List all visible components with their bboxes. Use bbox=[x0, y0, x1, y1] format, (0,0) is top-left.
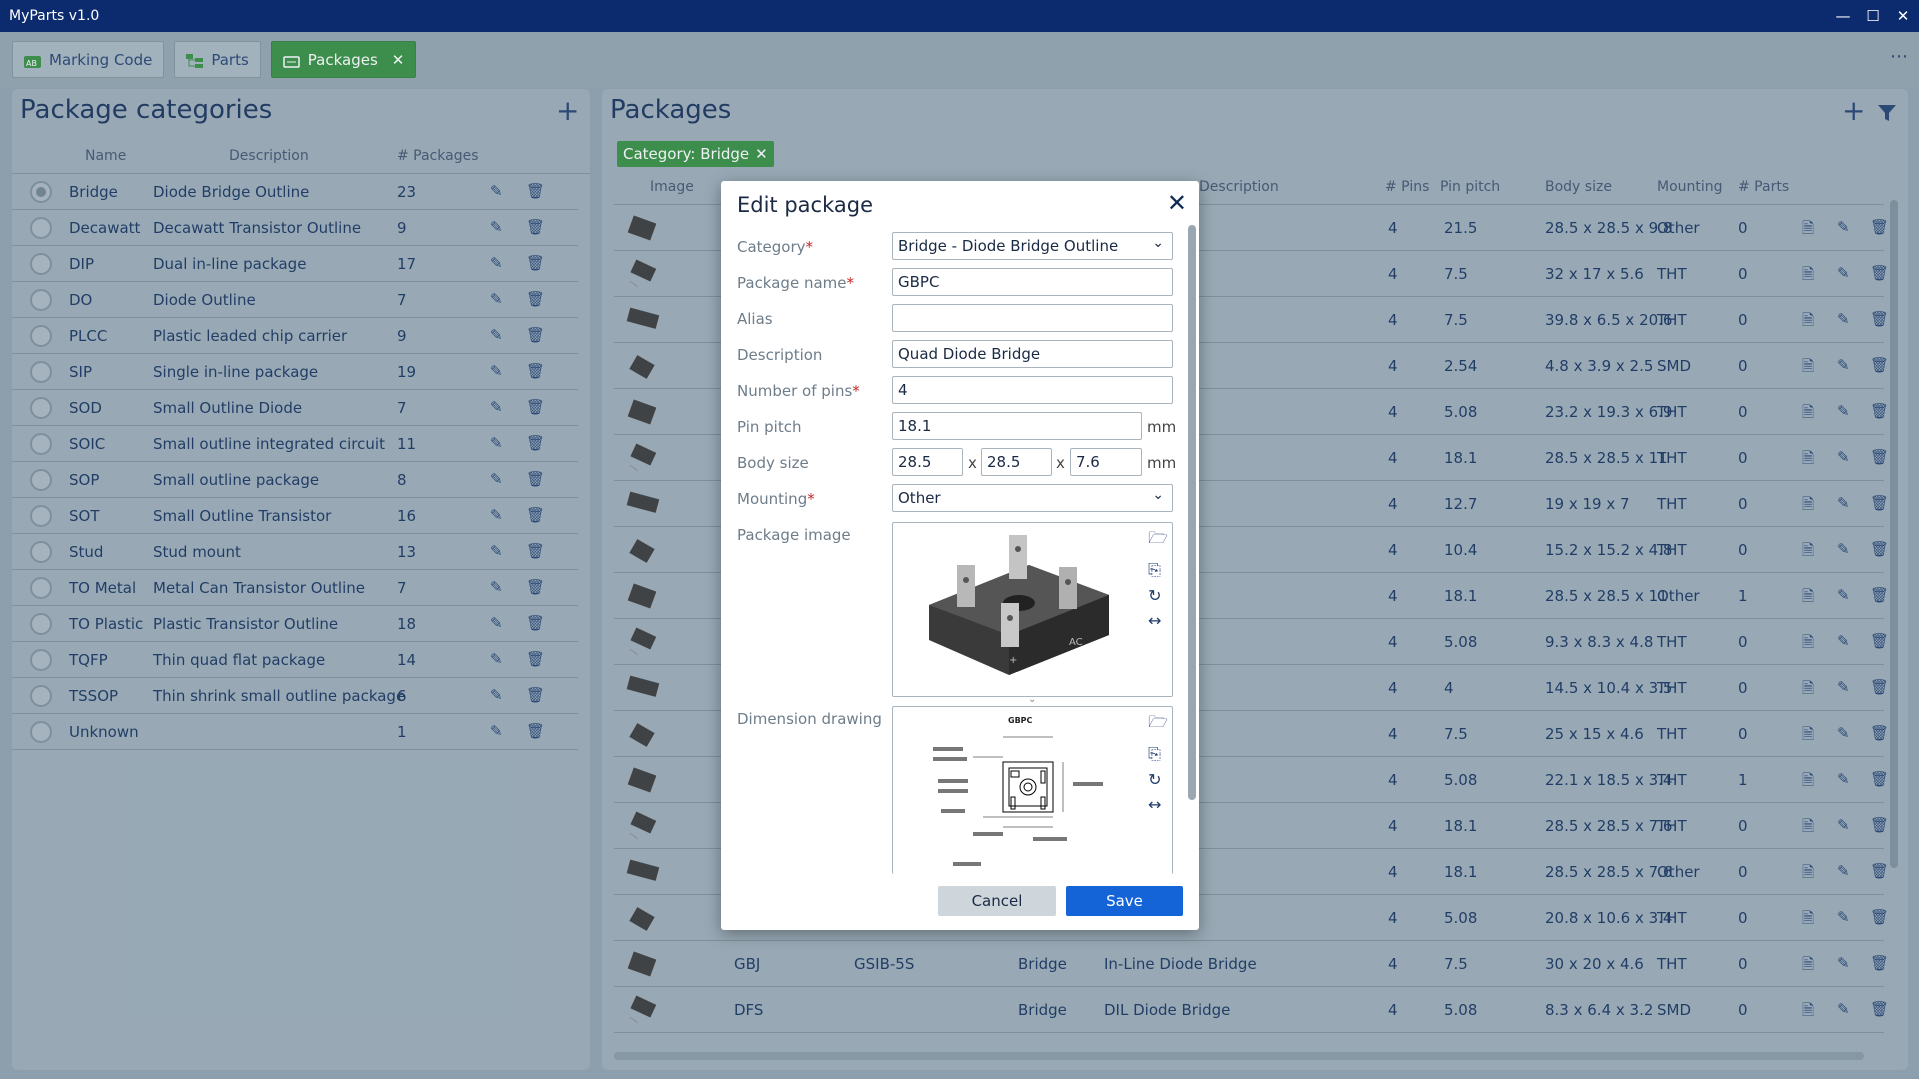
window-close-button[interactable]: ✕ bbox=[1889, 0, 1917, 32]
dimension-drawing-box[interactable]: GBPC 🗁 ⎘ ↻ ↔ bbox=[892, 706, 1173, 874]
rotate-icon[interactable]: ↻ bbox=[1148, 770, 1168, 789]
app-title: MyParts v1.0 bbox=[9, 8, 100, 24]
paste-icon[interactable]: ⎘ bbox=[1148, 744, 1168, 764]
svg-text:AC: AC bbox=[1069, 637, 1083, 648]
dialog-close-icon[interactable]: ✕ bbox=[1167, 189, 1187, 217]
pins-label: Number of pins* bbox=[737, 382, 860, 400]
description-input[interactable]: Quad Diode Bridge bbox=[892, 340, 1173, 368]
body-z-input[interactable]: 7.6 bbox=[1070, 448, 1142, 476]
alias-input[interactable] bbox=[892, 304, 1173, 332]
resize-handle-icon[interactable]: ⌄ bbox=[1028, 694, 1036, 705]
svg-text:+: + bbox=[1009, 655, 1017, 666]
times-sign: x bbox=[968, 454, 977, 472]
pin-pitch-label: Pin pitch bbox=[737, 418, 802, 436]
description-label: Description bbox=[737, 346, 823, 364]
body-size-label: Body size bbox=[737, 454, 809, 472]
maximize-button[interactable]: ☐ bbox=[1859, 0, 1887, 32]
open-folder-icon[interactable]: 🗁 bbox=[1148, 711, 1168, 738]
edit-package-dialog: Edit package ✕ Category* Bridge - Diode … bbox=[721, 181, 1199, 930]
rotate-icon[interactable]: ↻ bbox=[1148, 586, 1168, 605]
package-name-label: Package name* bbox=[737, 274, 854, 292]
paste-icon[interactable]: ⎘ bbox=[1148, 560, 1168, 580]
mounting-select[interactable]: Other ⌄ bbox=[892, 484, 1173, 512]
drawing-title: GBPC bbox=[1008, 716, 1033, 725]
mounting-label: Mounting* bbox=[737, 490, 815, 508]
package-image-box[interactable]: AC + 🗁 ⎘ ↻ ↔ bbox=[892, 522, 1173, 697]
body-y-input[interactable]: 28.5 bbox=[981, 448, 1052, 476]
dimension-drawing-label: Dimension drawing bbox=[737, 710, 882, 728]
cancel-button[interactable]: Cancel bbox=[938, 886, 1056, 916]
open-folder-icon[interactable]: 🗁 bbox=[1148, 527, 1168, 554]
body-size-unit: mm bbox=[1147, 454, 1177, 472]
pin-pitch-unit: mm bbox=[1147, 418, 1177, 436]
body-x-input[interactable]: 28.5 bbox=[892, 448, 963, 476]
package-name-input[interactable]: GBPC bbox=[892, 268, 1173, 296]
pins-input[interactable]: 4 bbox=[892, 376, 1173, 404]
category-select[interactable]: Bridge - Diode Bridge Outline ⌄ bbox=[892, 232, 1173, 260]
dimension-drawing bbox=[933, 736, 1103, 866]
package-image-label: Package image bbox=[737, 526, 851, 544]
package-photo: AC + bbox=[929, 535, 1109, 675]
pin-pitch-input[interactable]: 18.1 bbox=[892, 412, 1142, 440]
chevron-down-icon: ⌄ bbox=[1152, 487, 1164, 503]
alias-label: Alias bbox=[737, 310, 773, 328]
save-button[interactable]: Save bbox=[1066, 886, 1183, 916]
dialog-scrollbar[interactable] bbox=[1188, 225, 1196, 800]
dialog-title: Edit package bbox=[737, 193, 873, 217]
flip-horizontal-icon[interactable]: ↔ bbox=[1148, 795, 1168, 814]
times-sign: x bbox=[1056, 454, 1065, 472]
category-label: Category* bbox=[737, 238, 814, 256]
minimize-button[interactable]: — bbox=[1829, 0, 1857, 32]
title-bar: MyParts v1.0 — ☐ ✕ bbox=[0, 0, 1919, 32]
flip-horizontal-icon[interactable]: ↔ bbox=[1148, 611, 1168, 630]
chevron-down-icon: ⌄ bbox=[1152, 235, 1164, 251]
